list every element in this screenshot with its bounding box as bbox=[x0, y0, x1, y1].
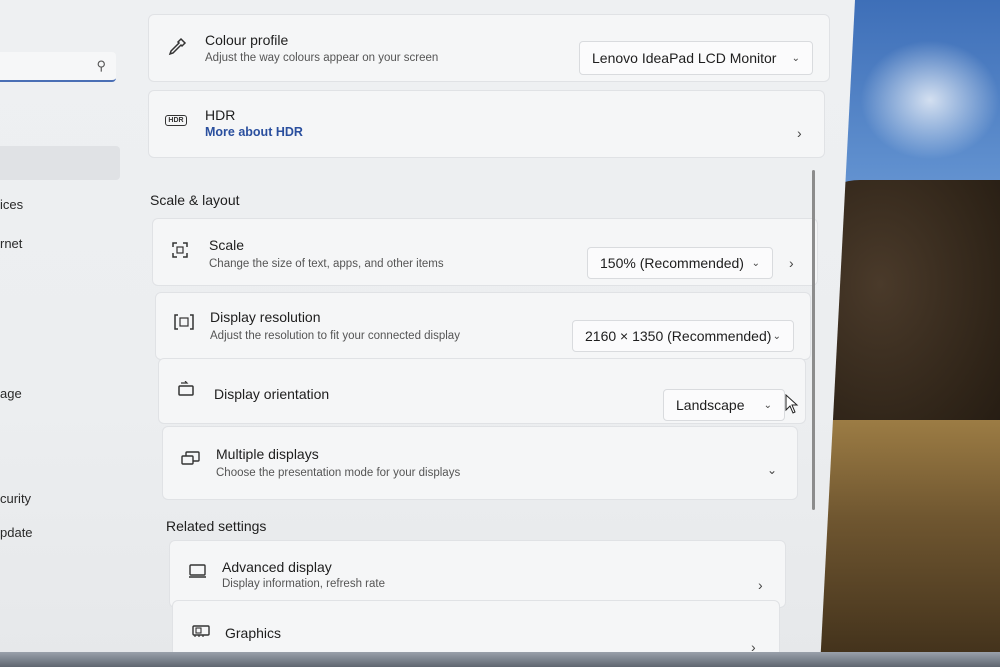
scale-subtitle: Change the size of text, apps, and other… bbox=[209, 258, 444, 270]
nav-item-language[interactable]: age bbox=[0, 386, 22, 401]
scale-title: Scale bbox=[209, 237, 245, 253]
display-orientation-title: Display orientation bbox=[214, 386, 330, 402]
chevron-right-icon: › bbox=[797, 125, 802, 141]
display-orientation-dropdown[interactable]: Landscape ⌄ bbox=[663, 389, 785, 421]
scale-card[interactable]: Scale Change the size of text, apps, and… bbox=[152, 218, 818, 286]
display-resolution-title: Display resolution bbox=[210, 309, 321, 325]
laptop-bezel bbox=[0, 652, 1000, 667]
scale-value: 150% (Recommended) bbox=[600, 255, 744, 271]
display-resolution-value: 2160 × 1350 (Recommended) bbox=[585, 328, 772, 344]
search-input[interactable]: ⚲ bbox=[0, 52, 116, 82]
chevron-down-icon: ⌄ bbox=[763, 399, 772, 411]
chevron-down-icon: ⌄ bbox=[791, 52, 800, 64]
advanced-display-title: Advanced display bbox=[222, 559, 332, 575]
eyedropper-icon bbox=[163, 33, 191, 61]
display-orientation-card: Display orientation Landscape ⌄ bbox=[158, 358, 806, 424]
chevron-right-icon: › bbox=[789, 255, 794, 271]
graphics-title: Graphics bbox=[225, 625, 282, 641]
colour-profile-value: Lenovo IdeaPad LCD Monitor bbox=[592, 50, 777, 66]
multiple-displays-card[interactable]: Multiple displays Choose the presentatio… bbox=[162, 426, 798, 500]
chevron-down-icon: ⌄ bbox=[751, 257, 760, 269]
more-about-hdr-link[interactable]: More about HDR bbox=[205, 125, 303, 139]
hdr-title: HDR bbox=[205, 107, 236, 123]
scale-layout-heading: Scale & layout bbox=[150, 192, 240, 208]
display-resolution-subtitle: Adjust the resolution to fit your connec… bbox=[210, 330, 460, 342]
display-resolution-dropdown[interactable]: 2160 × 1350 (Recommended) ⌄ bbox=[572, 320, 794, 352]
chevron-right-icon: › bbox=[758, 577, 763, 593]
search-icon[interactable]: ⚲ bbox=[96, 58, 106, 74]
hdr-card[interactable]: HDR HDR More about HDR › bbox=[148, 90, 825, 158]
advanced-display-subtitle: Display information, refresh rate bbox=[222, 578, 385, 590]
nav-item-network-internet[interactable]: rnet bbox=[0, 236, 22, 251]
settings-nav: ⚲ ices rnet age curity pdate bbox=[0, 0, 135, 667]
chevron-down-icon[interactable]: ⌄ bbox=[767, 463, 777, 477]
hdr-icon: HDR bbox=[165, 111, 187, 129]
multiple-displays-title: Multiple displays bbox=[216, 446, 319, 462]
chevron-down-icon: ⌄ bbox=[772, 330, 781, 342]
resolution-icon bbox=[172, 311, 196, 333]
scrollbar[interactable] bbox=[812, 170, 815, 510]
wallpaper-cloud bbox=[860, 40, 1000, 160]
display-resolution-card: Display resolution Adjust the resolution… bbox=[155, 292, 811, 360]
mouse-cursor-icon bbox=[785, 394, 799, 414]
advanced-display-card[interactable]: Advanced display Display information, re… bbox=[169, 540, 786, 608]
multiple-displays-subtitle: Choose the presentation mode for your di… bbox=[216, 467, 461, 479]
nav-item-devices[interactable]: ices bbox=[0, 197, 23, 212]
colour-profile-subtitle: Adjust the way colours appear on your sc… bbox=[205, 52, 439, 64]
multiple-displays-icon bbox=[179, 449, 203, 469]
colour-profile-dropdown[interactable]: Lenovo IdeaPad LCD Monitor ⌄ bbox=[579, 41, 813, 75]
related-settings-heading: Related settings bbox=[166, 518, 267, 534]
graphics-card-icon bbox=[189, 621, 213, 641]
nav-item-windows-update[interactable]: pdate bbox=[0, 525, 33, 540]
monitor-icon bbox=[186, 561, 210, 581]
orientation-icon bbox=[175, 379, 199, 399]
colour-profile-title: Colour profile bbox=[205, 32, 289, 48]
nav-item-privacy-security[interactable]: curity bbox=[0, 491, 31, 506]
display-orientation-value: Landscape bbox=[676, 397, 745, 413]
colour-profile-card: Colour profile Adjust the way colours ap… bbox=[148, 14, 830, 82]
settings-window: ⚲ ices rnet age curity pdate Colour prof… bbox=[0, 0, 855, 667]
scale-dropdown[interactable]: 150% (Recommended) ⌄ bbox=[587, 247, 773, 279]
nav-selected-item[interactable] bbox=[0, 146, 120, 180]
scale-icon bbox=[169, 239, 191, 261]
